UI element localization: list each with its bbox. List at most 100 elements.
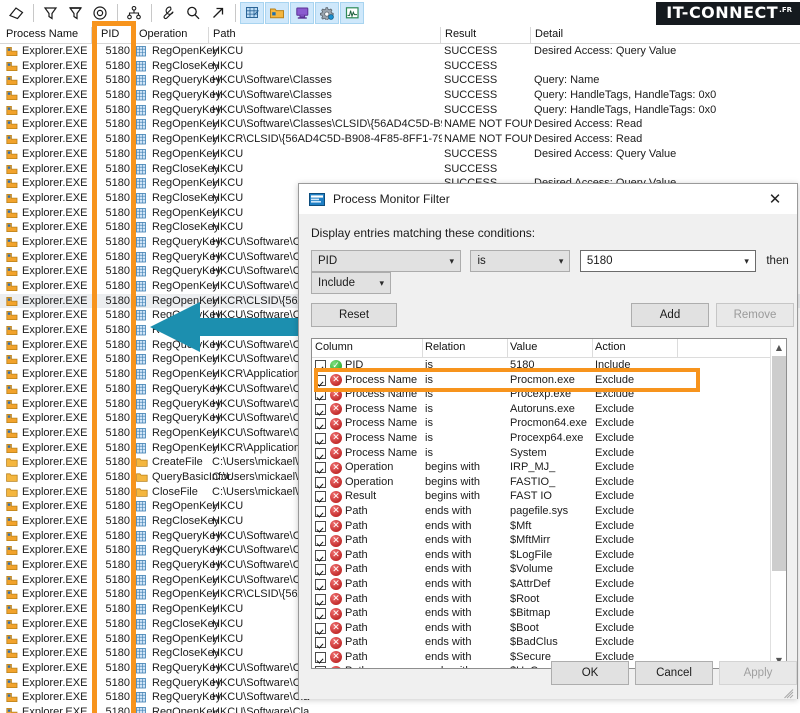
column-header-result[interactable]: Result [445,28,476,40]
rule-checkbox[interactable] [315,404,326,415]
scrollbar-thumb[interactable] [772,356,786,571]
jump-icon[interactable] [206,2,230,24]
filter-grid-rows[interactable]: ✓PIDis5180Include✕Process NameisProcmon.… [312,358,786,669]
table-row[interactable]: Explorer.EXE5180RegCloseKeyHKCUSUCCESS [0,162,800,177]
filter-rule-row[interactable]: ✕Pathends with$VolumeExclude [312,562,786,577]
filter-icon[interactable] [38,2,62,24]
rule-checkbox[interactable] [315,535,326,546]
table-row[interactable]: Explorer.EXE5180RegQueryKeyHKCU\Software… [0,103,800,118]
rule-checkbox[interactable] [315,521,326,532]
cell-rule-column: Process Name [345,417,423,429]
rule-checkbox[interactable] [315,579,326,590]
tree-icon[interactable] [122,2,146,24]
cell-process-name: Explorer.EXE [22,148,100,160]
filter-rule-row[interactable]: ✕Pathends with$BootExclude [312,621,786,636]
rule-checkbox[interactable] [315,462,326,473]
rule-checkbox[interactable] [315,637,326,648]
grid-header-column[interactable]: Column [315,341,353,353]
value-input[interactable]: 5180 ▾ [580,250,756,272]
filter-off-icon[interactable] [63,2,87,24]
filter-rule-row[interactable]: ✕Pathends with$AttrDefExclude [312,577,786,592]
rule-checkbox[interactable] [315,623,326,634]
table-row[interactable]: Explorer.EXE5180RegCloseKeyHKCUSUCCESS [0,59,800,74]
filter-rule-row[interactable]: ✕Resultbegins withFAST IOExclude [312,489,786,504]
cell-rule-value: System [510,447,592,459]
filter-rule-row[interactable]: ✓PIDis5180Include [312,358,786,373]
rule-checkbox[interactable] [315,389,326,400]
rule-checkbox[interactable] [315,491,326,502]
filter-rule-row[interactable]: ✕Pathends with$MftExclude [312,519,786,534]
rule-checkbox[interactable] [315,448,326,459]
filter-rule-row[interactable]: ✕Pathends withpagefile.sysExclude [312,504,786,519]
table-row[interactable]: Explorer.EXE5180RegOpenKeyHKCR\CLSID\{56… [0,132,800,147]
column-header-path[interactable]: Path [213,28,236,40]
it-connect-logo: IT-CONNECT .FR [656,2,800,25]
rule-checkbox[interactable] [315,360,326,371]
filter-rule-row[interactable]: ✕Process NameisProcexp.exeExclude [312,387,786,402]
column-header-pid[interactable]: PID [101,28,119,40]
table-row[interactable]: Explorer.EXE5180RegOpenKeyHKCU\Software\… [0,705,800,713]
table-row[interactable]: Explorer.EXE5180RegOpenKeyHKCUSUCCESSDes… [0,44,800,59]
filter-rule-row[interactable]: ✕Pathends with$LogFileExclude [312,548,786,563]
cell-process-name: Explorer.EXE [22,45,100,57]
action-select[interactable]: Include ▾ [311,272,391,294]
filter-rule-row[interactable]: ✕Pathends with$RootExclude [312,592,786,607]
cell-rule-relation: is [425,374,507,386]
search-icon[interactable] [181,2,205,24]
close-icon[interactable]: ✕ [753,184,797,214]
rule-checkbox[interactable] [315,608,326,619]
column-header-detail[interactable]: Detail [535,28,563,40]
rule-checkbox[interactable] [315,418,326,429]
rule-checkbox[interactable] [315,375,326,386]
resize-grip-icon[interactable] [784,686,794,696]
filter-rule-row[interactable]: ✕Process NameisAutoruns.exeExclude [312,402,786,417]
scroll-up-icon[interactable]: ▲ [771,339,787,355]
explorer-icon [6,575,18,586]
column-header-process-name[interactable]: Process Name [6,28,78,40]
filter-rule-row[interactable]: ✕Pathends with$BitmapExclude [312,606,786,621]
profiling-icon[interactable] [340,2,364,24]
file-activity-icon[interactable] [265,2,289,24]
table-row[interactable]: Explorer.EXE5180RegOpenKeyHKCU\Software\… [0,117,800,132]
rule-checkbox[interactable] [315,594,326,605]
cell-result: SUCCESS [444,89,532,101]
wrench-icon[interactable] [156,2,180,24]
relation-select[interactable]: is ▾ [470,250,570,272]
cancel-button[interactable]: Cancel [635,661,713,685]
rule-checkbox[interactable] [315,433,326,444]
filter-rule-row[interactable]: ✕Operationbegins withIRP_MJ_Exclude [312,460,786,475]
cell-pid: 5180 [96,706,130,713]
column-header-operation[interactable]: Operation [139,28,187,40]
table-row[interactable]: Explorer.EXE5180RegQueryKeyHKCU\Software… [0,88,800,103]
rule-checkbox[interactable] [315,477,326,488]
filter-grid-scrollbar[interactable]: ▲ ▼ [770,339,786,668]
table-row[interactable]: Explorer.EXE5180RegQueryKeyHKCU\Software… [0,73,800,88]
filter-rule-row[interactable]: ✕Operationbegins withFASTIO_Exclude [312,475,786,490]
target-icon[interactable] [88,2,112,24]
grid-header-action[interactable]: Action [595,341,626,353]
filter-rule-row[interactable]: ✕Process NameisProcexp64.exeExclude [312,431,786,446]
filter-rule-row[interactable]: ✕Process NameisProcmon.exeExclude [312,373,786,388]
grid-header-value[interactable]: Value [510,341,537,353]
network-activity-icon[interactable] [290,2,314,24]
filter-rules-grid[interactable]: Column Relation Value Action ✓PIDis5180I… [311,338,787,669]
reset-button[interactable]: Reset [311,303,397,327]
eraser-icon[interactable] [4,2,28,24]
table-row[interactable]: Explorer.EXE5180RegOpenKeyHKCUSUCCESSDes… [0,147,800,162]
rule-checkbox[interactable] [315,506,326,517]
rule-checkbox[interactable] [315,564,326,575]
column-select[interactable]: PID ▾ [311,250,461,272]
registry-activity-icon[interactable] [240,2,264,24]
registry-icon [136,399,147,410]
rule-checkbox[interactable] [315,550,326,561]
ok-button[interactable]: OK [551,661,629,685]
grid-header-relation[interactable]: Relation [425,341,465,353]
filter-rule-row[interactable]: ✕Process NameisSystemExclude [312,446,786,461]
filter-rule-row[interactable]: ✕Pathends with$MftMirrExclude [312,533,786,548]
process-activity-icon[interactable] [315,2,339,24]
add-button[interactable]: Add [631,303,709,327]
filter-rule-row[interactable]: ✕Process NameisProcmon64.exeExclude [312,416,786,431]
filter-rule-row[interactable]: ✕Pathends with$BadClusExclude [312,635,786,650]
explorer-icon [6,222,18,233]
cell-rule-relation: is [425,417,507,429]
